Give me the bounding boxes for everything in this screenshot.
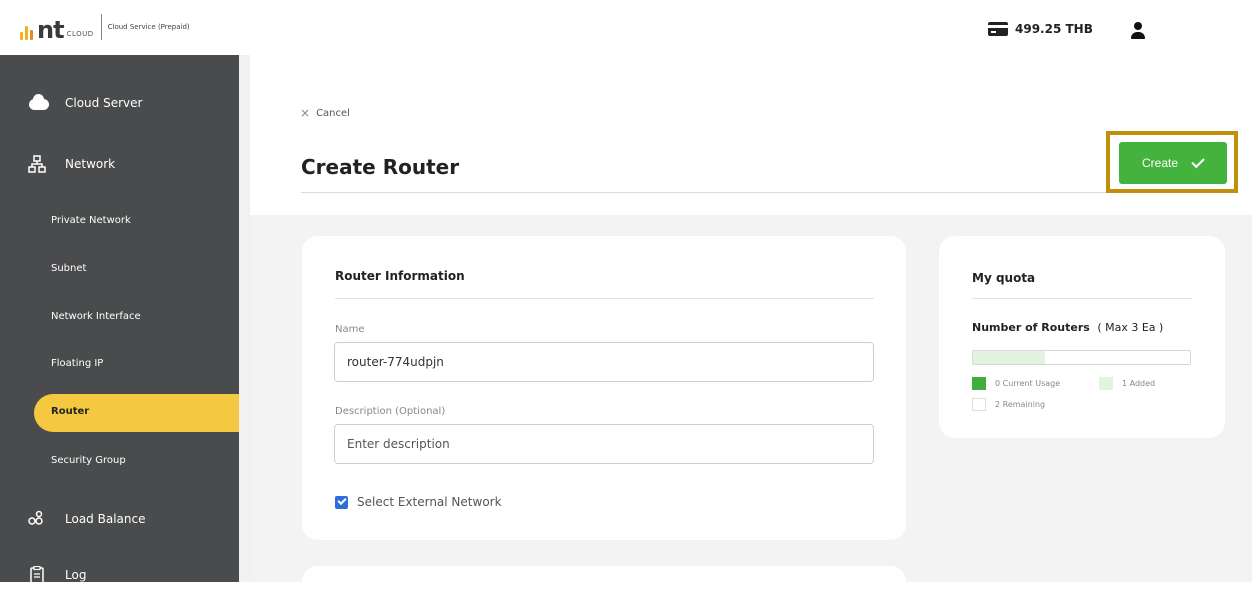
router-information-title: Router Information	[335, 269, 465, 283]
load-balance-icon	[27, 510, 51, 528]
quota-progress-bar	[972, 350, 1191, 365]
nt-cloud-logo[interactable]: nt CLOUD Cloud Service (Prepaid)	[20, 10, 190, 44]
logo-brand: nt	[37, 16, 65, 44]
user-icon[interactable]	[1131, 22, 1145, 39]
create-button-label: Create	[1141, 156, 1179, 170]
sidebar-item-label: Load Balance	[65, 512, 146, 526]
sidebar-item-floating-ip[interactable]: Floating IP	[51, 358, 103, 369]
service-label: Cloud Service (Prepaid)	[107, 23, 190, 31]
legend-label: 1 Added	[1122, 379, 1156, 388]
legend-added: 1 Added	[1099, 377, 1155, 390]
name-input[interactable]: router-774udpjn	[334, 342, 874, 382]
sidebar-item-network[interactable]: Network	[27, 155, 115, 173]
next-card	[302, 566, 906, 606]
legend-label: 0 Current Usage	[995, 379, 1061, 388]
legend-swatch	[972, 398, 986, 411]
quota-max-label: ( Max 3 Ea )	[1097, 321, 1164, 334]
legend-current-usage: 0 Current Usage	[972, 377, 1060, 390]
sidebar-item-subnet[interactable]: Subnet	[51, 263, 86, 274]
external-network-label[interactable]: Select External Network	[357, 495, 502, 509]
quota-metric: Number of Routers ( Max 3 Ea )	[972, 321, 1163, 334]
description-label: Description (Optional)	[335, 406, 446, 417]
cancel-label: Cancel	[316, 107, 350, 119]
balance-value: 499.25 THB	[1015, 22, 1093, 36]
create-button[interactable]: Create	[1119, 142, 1227, 184]
page-title: Create Router	[301, 155, 460, 179]
sidebar-item-label: Log	[65, 568, 87, 582]
cloud-icon	[27, 94, 51, 112]
quota-title: My quota	[972, 271, 1036, 285]
legend-remaining: 2 Remaining	[972, 398, 1045, 411]
balance-display[interactable]: 499.25 THB	[988, 22, 1093, 36]
legend-swatch	[972, 377, 986, 390]
cancel-link[interactable]: × Cancel	[300, 106, 350, 120]
card-divider	[335, 298, 874, 299]
network-icon	[27, 155, 51, 173]
sidebar-item-label: Network	[65, 157, 116, 171]
sidebar-item-private-network[interactable]: Private Network	[51, 215, 131, 226]
top-bar: nt CLOUD Cloud Service (Prepaid) 499.25 …	[0, 0, 1252, 55]
name-label: Name	[335, 324, 365, 335]
description-input[interactable]: Enter description	[334, 424, 874, 464]
logo-brand-sub: CLOUD	[66, 30, 94, 38]
sidebar-item-security-group[interactable]: Security Group	[51, 455, 126, 466]
legend-swatch	[1099, 377, 1113, 390]
sidebar-item-network-interface[interactable]: Network Interface	[51, 311, 141, 322]
sidebar-item-router-label: Router	[51, 406, 90, 417]
check-icon	[1191, 154, 1205, 168]
legend-label: 2 Remaining	[995, 400, 1046, 409]
quota-progress-fill	[973, 351, 1046, 364]
quota-divider	[972, 298, 1192, 299]
logo-signal-icon	[20, 14, 35, 40]
credit-card-icon	[988, 22, 1008, 36]
clipboard-icon	[27, 565, 51, 585]
sidebar-item-log[interactable]: Log	[27, 565, 87, 585]
sidebar-divider	[239, 55, 250, 582]
quota-metric-label: Number of Routers	[972, 321, 1090, 334]
external-network-checkbox[interactable]	[335, 496, 348, 509]
sidebar-item-load-balance[interactable]: Load Balance	[27, 510, 145, 528]
close-icon: ×	[300, 106, 311, 120]
title-divider	[301, 192, 1224, 193]
sidebar-item-label: Cloud Server	[65, 96, 143, 110]
logo-divider	[100, 14, 102, 40]
sidebar-item-cloud-server[interactable]: Cloud Server	[27, 94, 142, 112]
